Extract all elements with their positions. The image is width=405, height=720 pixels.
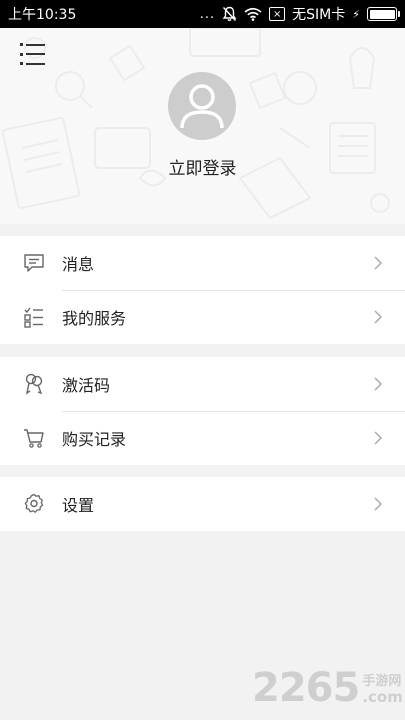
watermark-suffix: .com bbox=[362, 688, 403, 706]
charging-icon: ⚡ bbox=[352, 7, 360, 21]
alarm-off-icon bbox=[222, 6, 237, 22]
message-icon bbox=[22, 251, 46, 275]
menu-button[interactable] bbox=[20, 43, 48, 65]
carrier-text: 无SIM卡 bbox=[292, 7, 346, 23]
watermark-site-name: 手游网 bbox=[362, 674, 402, 689]
battery-level bbox=[369, 9, 395, 19]
menu-item-label: 我的服务 bbox=[62, 309, 127, 328]
status-dots: ... bbox=[199, 6, 216, 22]
menu-group-3: 设置 bbox=[0, 477, 405, 531]
menu-item-label: 购买记录 bbox=[62, 430, 127, 449]
chevron-right-icon bbox=[374, 497, 383, 511]
menu-item-label: 设置 bbox=[62, 496, 95, 515]
gear-icon bbox=[22, 492, 46, 516]
battery-icon bbox=[367, 7, 400, 21]
chevron-right-icon bbox=[374, 431, 383, 445]
menu-item-messages[interactable]: 消息 bbox=[0, 236, 405, 290]
status-bar: 上午10:35 ... × 无SIM卡 ⚡ bbox=[0, 0, 405, 28]
chevron-right-icon bbox=[374, 310, 383, 324]
menu-item-my-services[interactable]: 我的服务 bbox=[0, 290, 405, 344]
status-time: 上午10:35 bbox=[8, 7, 77, 23]
user-avatar-icon bbox=[180, 84, 224, 129]
profile-header: 立即登录 bbox=[0, 28, 405, 224]
avatar[interactable] bbox=[168, 72, 236, 140]
watermark-logo: 2265 手游网 .com bbox=[252, 664, 403, 711]
menu-item-label: 消息 bbox=[62, 255, 95, 274]
menu-item-settings[interactable]: 设置 bbox=[0, 477, 405, 531]
cart-icon bbox=[22, 426, 46, 450]
menu-group-1: 消息 我的服务 bbox=[0, 236, 405, 344]
chevron-right-icon bbox=[374, 256, 383, 270]
menu-item-purchase-history[interactable]: 购买记录 bbox=[0, 411, 405, 465]
menu-group-2: 激活码 购买记录 bbox=[0, 357, 405, 465]
no-sim-icon: × bbox=[269, 7, 286, 21]
key-icon bbox=[22, 372, 46, 396]
chevron-right-icon bbox=[374, 377, 383, 391]
wifi-icon bbox=[244, 7, 262, 21]
service-checklist-icon bbox=[22, 305, 46, 329]
menu-item-label: 激活码 bbox=[62, 376, 111, 395]
menu-item-activation-code[interactable]: 激活码 bbox=[0, 357, 405, 411]
login-button[interactable]: 立即登录 bbox=[0, 154, 405, 179]
watermark-number: 2265 bbox=[252, 665, 360, 711]
